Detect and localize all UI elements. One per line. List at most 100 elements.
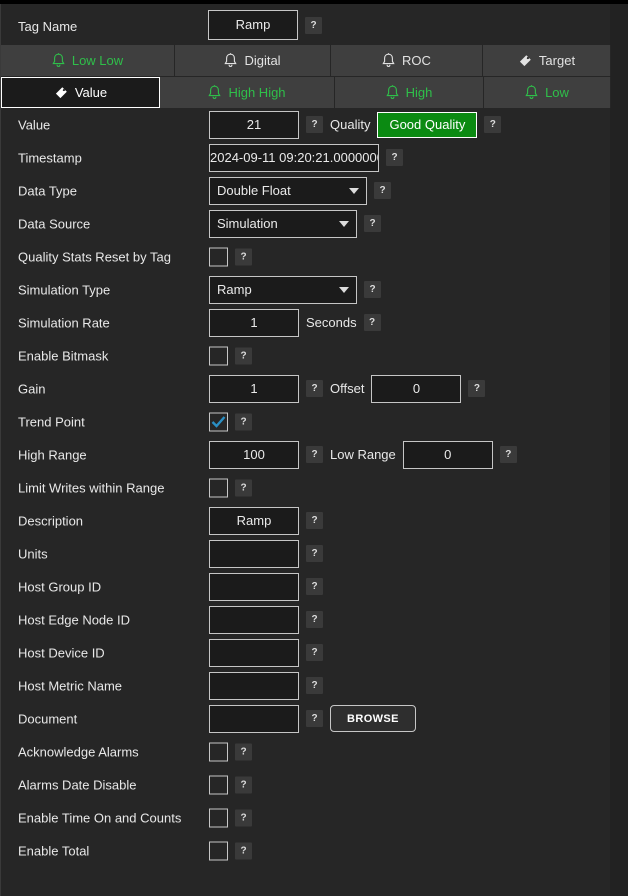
enable-time-on-counts-label: Enable Time On and Counts bbox=[18, 810, 181, 825]
tab-label: Low Low bbox=[72, 53, 123, 68]
chevron-down-icon bbox=[339, 221, 349, 227]
timestamp-input[interactable]: 2024-09-11 09:20:21.0000000 bbox=[209, 144, 379, 172]
high-range-input[interactable]: 100 bbox=[209, 441, 299, 469]
tab-row-upper: Low Low DigitalROC Target bbox=[1, 45, 611, 76]
tag-properties-form: Value 21 ? Quality Good Quality ? Timest… bbox=[1, 108, 611, 867]
simulation-rate-units-label: Seconds bbox=[306, 315, 357, 330]
acknowledge-alarms-label: Acknowledge Alarms bbox=[18, 744, 139, 759]
tab-label: High bbox=[406, 85, 433, 100]
tab-high-high[interactable]: High High bbox=[160, 77, 335, 108]
data-type-select[interactable]: Double Float bbox=[209, 177, 367, 205]
row-acknowledge-alarms: Acknowledge Alarms ? bbox=[1, 735, 611, 768]
quality-label: Quality bbox=[330, 117, 370, 132]
acknowledge-alarms-help-icon[interactable]: ? bbox=[235, 743, 252, 760]
limit-writes-checkbox[interactable] bbox=[209, 478, 228, 497]
document-label: Document bbox=[18, 711, 77, 726]
data-type-help-icon[interactable]: ? bbox=[374, 182, 391, 199]
document-help-icon[interactable]: ? bbox=[306, 710, 323, 727]
timestamp-label: Timestamp bbox=[18, 150, 82, 165]
units-help-icon[interactable]: ? bbox=[306, 545, 323, 562]
data-type-value: Double Float bbox=[217, 183, 349, 198]
simulation-rate-input[interactable]: 1 bbox=[209, 309, 299, 337]
units-input[interactable] bbox=[209, 540, 299, 568]
trend-point-help-icon[interactable]: ? bbox=[235, 413, 252, 430]
row-host-group-id: Host Group ID ? bbox=[1, 570, 611, 603]
gain-input[interactable]: 1 bbox=[209, 375, 299, 403]
tag-icon bbox=[54, 86, 68, 100]
acknowledge-alarms-checkbox[interactable] bbox=[209, 742, 228, 761]
simulation-type-select[interactable]: Ramp bbox=[209, 276, 357, 304]
units-label: Units bbox=[18, 546, 48, 561]
quality-stats-reset-checkbox[interactable] bbox=[209, 247, 228, 266]
tab-value[interactable]: Value bbox=[1, 77, 160, 108]
high-range-help-icon[interactable]: ? bbox=[306, 446, 323, 463]
row-timestamp: Timestamp 2024-09-11 09:20:21.0000000 ? bbox=[1, 141, 611, 174]
host-edge-node-id-help-icon[interactable]: ? bbox=[306, 611, 323, 628]
host-device-id-help-icon[interactable]: ? bbox=[306, 644, 323, 661]
enable-time-on-counts-checkbox[interactable] bbox=[209, 808, 228, 827]
tab-label: Low bbox=[545, 85, 569, 100]
tab-label: Target bbox=[539, 53, 575, 68]
offset-input[interactable]: 0 bbox=[371, 375, 461, 403]
tag-name-row: Tag Name Ramp ? bbox=[1, 4, 611, 45]
enable-total-help-icon[interactable]: ? bbox=[235, 842, 252, 859]
row-simulation-rate: Simulation Rate 1 Seconds ? bbox=[1, 306, 611, 339]
value-help-icon[interactable]: ? bbox=[306, 116, 323, 133]
simulation-type-label: Simulation Type bbox=[18, 282, 110, 297]
value-input[interactable]: 21 bbox=[209, 111, 299, 139]
value-label: Value bbox=[18, 117, 50, 132]
enable-time-on-counts-help-icon[interactable]: ? bbox=[235, 809, 252, 826]
bell-icon bbox=[382, 53, 395, 68]
host-device-id-label: Host Device ID bbox=[18, 645, 105, 660]
low-range-label: Low Range bbox=[330, 447, 396, 462]
limit-writes-help-icon[interactable]: ? bbox=[235, 479, 252, 496]
browse-button[interactable]: BROWSE bbox=[330, 705, 416, 732]
host-group-id-label: Host Group ID bbox=[18, 579, 101, 594]
host-metric-name-label: Host Metric Name bbox=[18, 678, 122, 693]
description-input[interactable]: Ramp bbox=[209, 507, 299, 535]
host-metric-name-help-icon[interactable]: ? bbox=[306, 677, 323, 694]
enable-bitmask-label: Enable Bitmask bbox=[18, 348, 108, 363]
tag-name-help-icon[interactable]: ? bbox=[305, 17, 322, 34]
quality-help-icon[interactable]: ? bbox=[484, 116, 501, 133]
tab-low[interactable]: Low bbox=[484, 77, 611, 108]
quality-stats-reset-help-icon[interactable]: ? bbox=[235, 248, 252, 265]
alarms-date-disable-help-icon[interactable]: ? bbox=[235, 776, 252, 793]
gain-label: Gain bbox=[18, 381, 45, 396]
tab-high[interactable]: High bbox=[335, 77, 484, 108]
host-metric-name-input[interactable] bbox=[209, 672, 299, 700]
enable-total-label: Enable Total bbox=[18, 843, 89, 858]
row-units: Units ? bbox=[1, 537, 611, 570]
offset-help-icon[interactable]: ? bbox=[468, 380, 485, 397]
host-device-id-input[interactable] bbox=[209, 639, 299, 667]
low-range-input[interactable]: 0 bbox=[403, 441, 493, 469]
row-enable-total: Enable Total ? bbox=[1, 834, 611, 867]
data-source-select[interactable]: Simulation bbox=[209, 210, 357, 238]
alarms-date-disable-checkbox[interactable] bbox=[209, 775, 228, 794]
tab-roc[interactable]: ROC bbox=[331, 45, 483, 76]
host-group-id-help-icon[interactable]: ? bbox=[306, 578, 323, 595]
timestamp-help-icon[interactable]: ? bbox=[386, 149, 403, 166]
enable-bitmask-help-icon[interactable]: ? bbox=[235, 347, 252, 364]
host-edge-node-id-input[interactable] bbox=[209, 606, 299, 634]
document-input[interactable] bbox=[209, 705, 299, 733]
alarms-date-disable-label: Alarms Date Disable bbox=[18, 777, 137, 792]
simulation-rate-help-icon[interactable]: ? bbox=[364, 314, 381, 331]
quality-status-badge[interactable]: Good Quality bbox=[377, 112, 477, 138]
trend-point-checkbox[interactable] bbox=[209, 412, 228, 431]
description-help-icon[interactable]: ? bbox=[306, 512, 323, 529]
tag-icon bbox=[518, 54, 532, 68]
gain-help-icon[interactable]: ? bbox=[306, 380, 323, 397]
host-group-id-input[interactable] bbox=[209, 573, 299, 601]
tab-target[interactable]: Target bbox=[483, 45, 611, 76]
tab-digital[interactable]: Digital bbox=[175, 45, 331, 76]
simulation-type-help-icon[interactable]: ? bbox=[364, 281, 381, 298]
data-source-help-icon[interactable]: ? bbox=[364, 215, 381, 232]
tab-low-low[interactable]: Low Low bbox=[1, 45, 175, 76]
offset-label: Offset bbox=[330, 381, 364, 396]
enable-bitmask-checkbox[interactable] bbox=[209, 346, 228, 365]
tag-name-input[interactable]: Ramp bbox=[208, 10, 298, 40]
enable-total-checkbox[interactable] bbox=[209, 841, 228, 860]
description-label: Description bbox=[18, 513, 83, 528]
low-range-help-icon[interactable]: ? bbox=[500, 446, 517, 463]
